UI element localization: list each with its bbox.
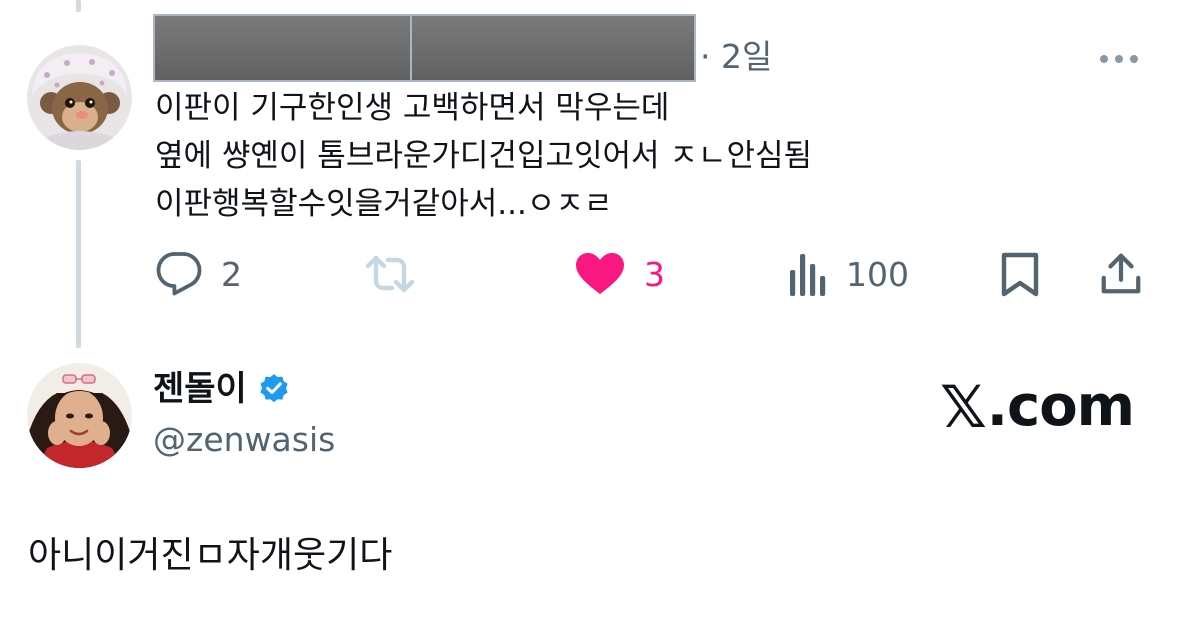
reply-avatar[interactable]: [27, 45, 132, 150]
handle[interactable]: @zenwasis: [153, 420, 335, 460]
main-avatar[interactable]: [27, 363, 132, 468]
heart-icon: [576, 253, 624, 294]
reply-icon: [156, 252, 202, 296]
reply-button[interactable]: 2: [155, 246, 242, 302]
reply-count: 2: [221, 254, 242, 294]
views-icon: [790, 254, 826, 296]
repost-icon: [365, 255, 415, 293]
tweet-thread: · 2일 이판이 기구한인생 고백하면서 막우는데 옆에 썅옌이 톰브라운가디건…: [0, 0, 1179, 641]
thread-line-top: [76, 0, 81, 12]
views-count: 100: [846, 254, 909, 294]
views-button[interactable]: 100: [788, 246, 909, 302]
share-button[interactable]: [1098, 246, 1144, 302]
monkey-doll-avatar-image: [27, 45, 132, 150]
bookmark-button[interactable]: [998, 246, 1042, 302]
display-name[interactable]: 젠돌이: [153, 372, 291, 406]
x-logo-icon: 𝕏: [940, 373, 987, 441]
verified-badge-icon: [260, 374, 288, 403]
redacted-display-name: [153, 14, 437, 82]
profile-photo-avatar-image: [27, 363, 132, 468]
reply-text-line: 이판행복할수잇을거같아서...ㅇㅈㄹ: [155, 186, 613, 222]
brand-domain: .com: [986, 374, 1135, 439]
reply-text: 이판이 기구한인생 고백하면서 막우는데 옆에 썅옌이 톰브라운가디건입고잇어서…: [155, 84, 1115, 228]
more-icon[interactable]: [1100, 55, 1138, 63]
action-bar: 2 3 100: [0, 246, 1179, 302]
like-count: 3: [644, 254, 665, 294]
reply-timestamp[interactable]: · 2일: [700, 40, 772, 73]
like-button[interactable]: 3: [574, 246, 665, 302]
share-icon: [1101, 253, 1141, 294]
reply-text-line: 이판이 기구한인생 고백하면서 막우는데: [155, 90, 670, 126]
reply-text-line: 옆에 썅옌이 톰브라운가디건입고잇어서 ㅈㄴ안심됨: [155, 138, 813, 174]
redacted-handle: [410, 14, 696, 82]
display-name-text: 젠돌이: [153, 369, 247, 409]
bookmark-icon: [1001, 252, 1039, 297]
main-tweet-text: 아니이거진ㅁ자개웃기다: [28, 535, 393, 576]
repost-button[interactable]: [362, 246, 436, 302]
x-com-watermark: 𝕏 .com: [940, 373, 1135, 441]
